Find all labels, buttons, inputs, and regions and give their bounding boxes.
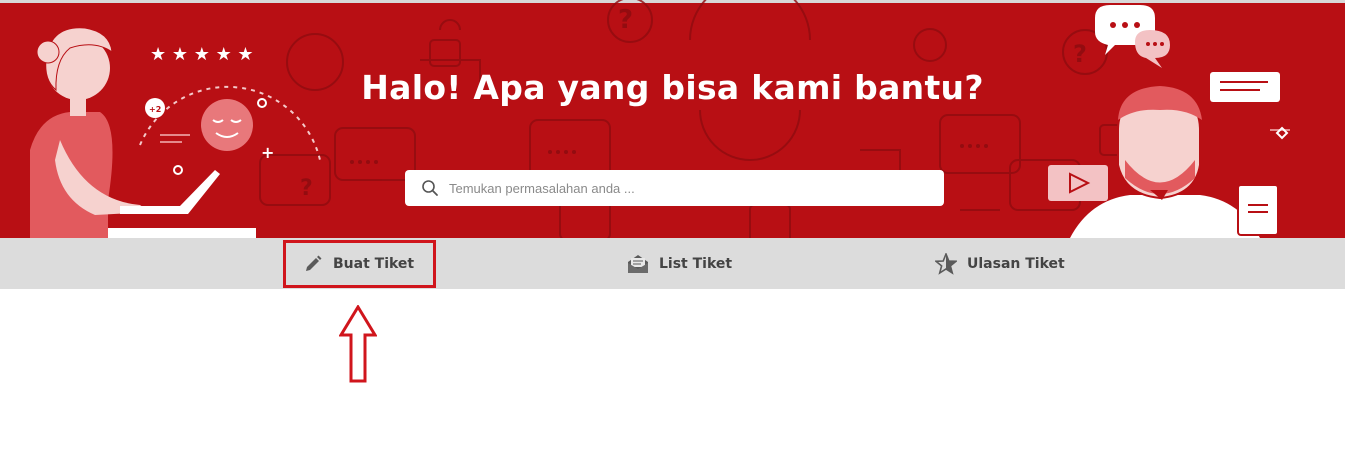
ticket-nav-bar: Buat Tiket List Tiket Ulasan Tiket [0, 238, 1345, 289]
annotation-highlight-box [283, 240, 436, 288]
svg-text:★ ★ ★ ★ ★: ★ ★ ★ ★ ★ [150, 44, 254, 65]
search-icon [422, 180, 438, 196]
annotation-arrow-up-icon [339, 305, 377, 383]
svg-text:?: ? [300, 176, 313, 201]
envelope-open-icon [628, 254, 648, 273]
nav-item-list-tiket[interactable]: List Tiket [627, 238, 732, 289]
hero-banner: ? ? ? ★ ★ ★ ★ ★ +2 + Halo! Apa yang bisa… [0, 0, 1345, 238]
nav-item-label: List Tiket [659, 255, 733, 272]
svg-text:+: + [261, 143, 274, 162]
page-title: Halo! Apa yang bisa kami bantu? [361, 68, 984, 107]
nav-item-label: Ulasan Tiket [967, 255, 1065, 272]
svg-text:?: ? [618, 5, 633, 35]
svg-text:?: ? [1073, 40, 1087, 68]
search-box[interactable] [405, 170, 944, 206]
star-icon [935, 252, 957, 275]
search-input[interactable] [447, 179, 944, 197]
nav-item-ulasan-tiket[interactable]: Ulasan Tiket [935, 238, 1065, 289]
